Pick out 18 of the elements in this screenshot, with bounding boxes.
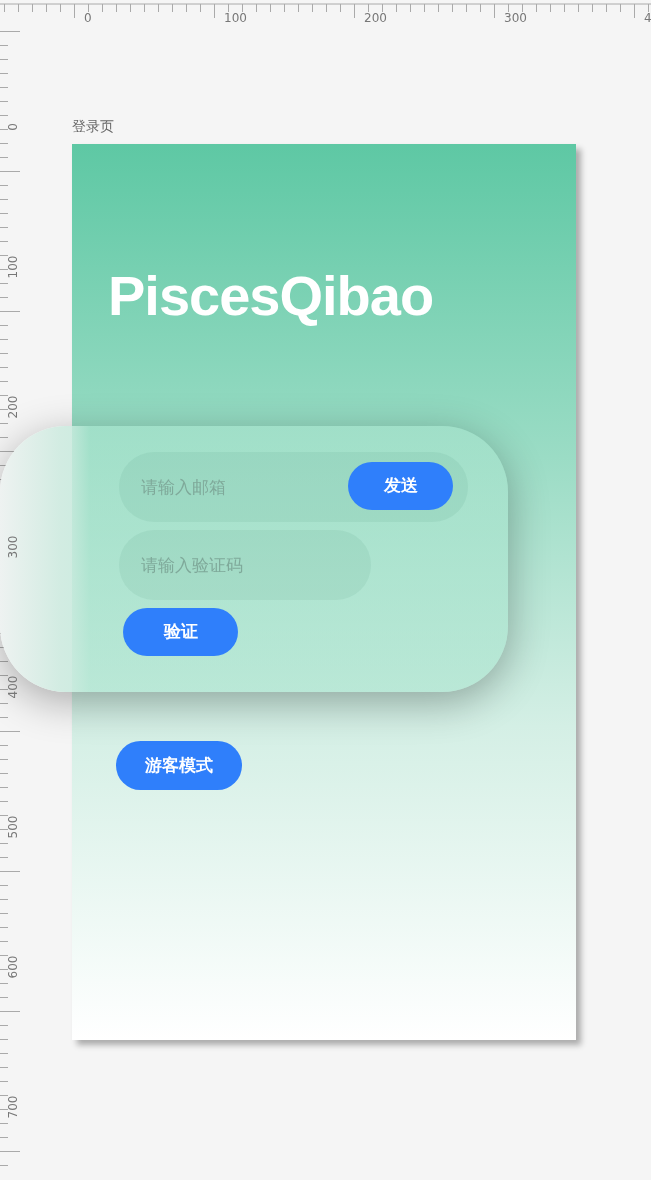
ruler-label: 400 [6,675,19,699]
send-button[interactable]: 发送 [348,462,453,510]
ruler-label: 200 [6,395,19,419]
ruler-label: 200 [364,12,387,24]
ruler-label: 300 [6,535,19,559]
verify-button[interactable]: 验证 [123,608,238,656]
app-title: PiscesQibao [108,263,434,329]
ruler-label: 500 [6,815,19,839]
ruler-label: 0 [84,12,92,24]
ruler-label: 100 [6,255,19,279]
ruler-label: 700 [6,1095,19,1119]
ruler-label: 600 [6,955,19,979]
guest-mode-button[interactable]: 游客模式 [116,741,242,790]
artboard-label: 登录页 [72,117,114,136]
ruler-label: 4 [644,12,651,24]
ruler-label: 300 [504,12,527,24]
ruler-label: 100 [224,12,247,24]
ruler-label: 0 [6,123,19,131]
